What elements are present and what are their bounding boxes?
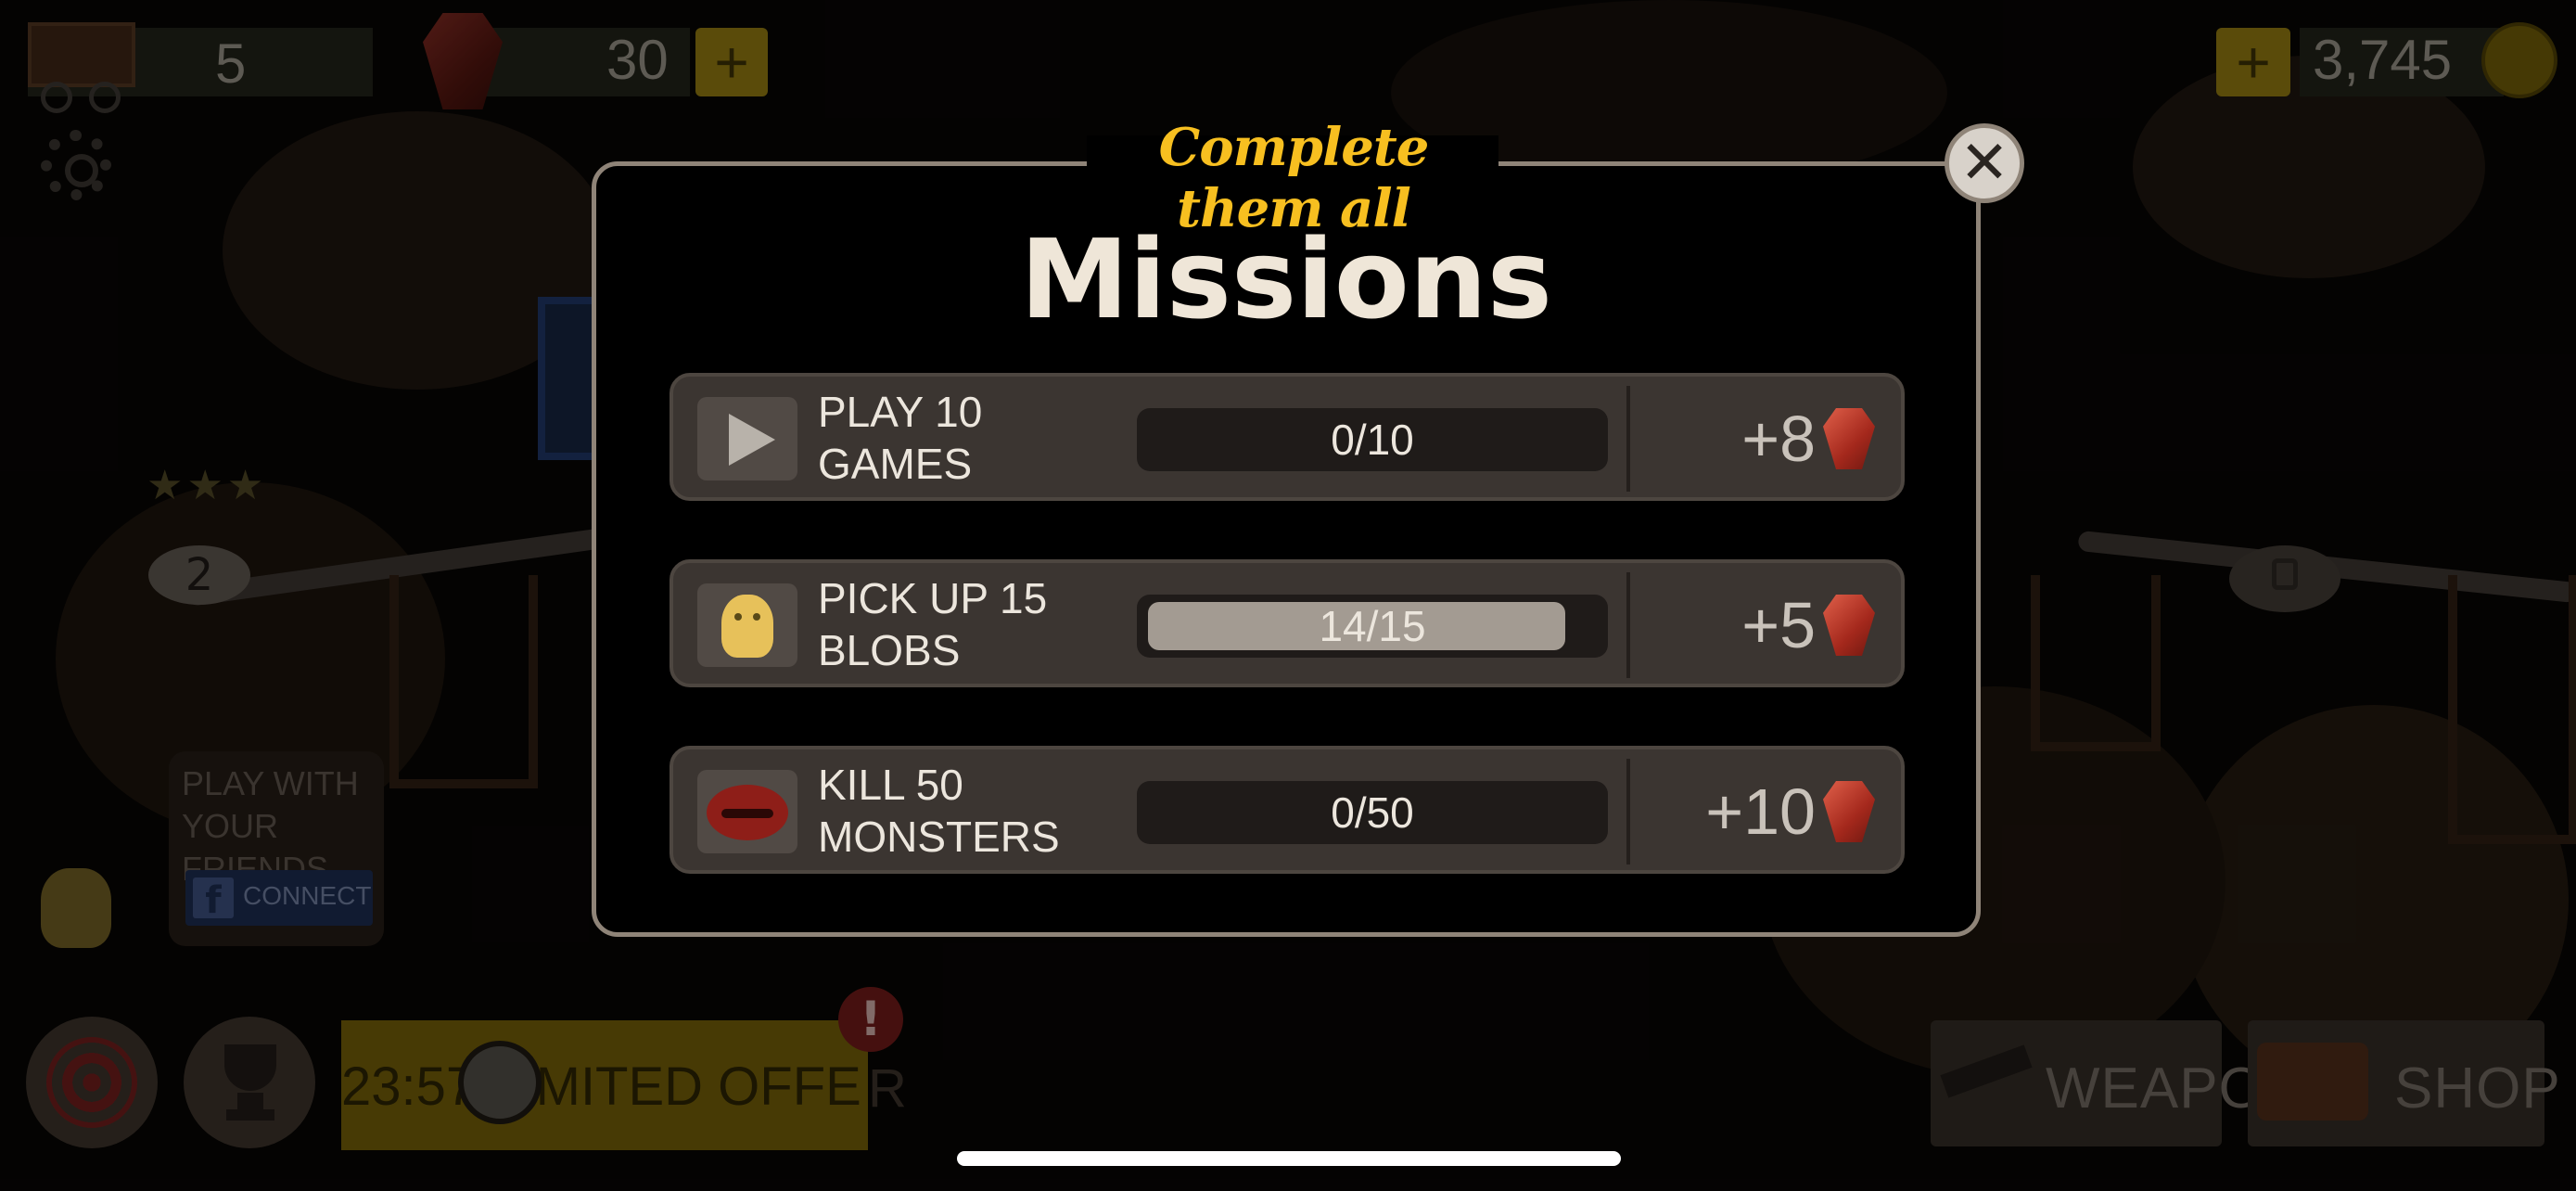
mission-progress-bar: 14/15: [1137, 595, 1608, 658]
mission-progress-bar: 0/10: [1137, 408, 1608, 471]
progress-text: 14/15: [1319, 602, 1426, 650]
mission-reward: +10: [1705, 775, 1816, 848]
mission-reward: +8: [1741, 403, 1816, 475]
row-divider: [1626, 386, 1630, 492]
blob-icon: [721, 595, 773, 658]
mission-row: PICK UP 15 BLOBS 14/15 +5: [670, 559, 1905, 687]
mission-label: PICK UP 15 BLOBS: [818, 574, 1048, 674]
home-indicator: [957, 1151, 1621, 1166]
monster-icon: [707, 785, 788, 840]
mission-row: KILL 50 MONSTERS 0/50 +10: [670, 746, 1905, 874]
row-divider: [1626, 572, 1630, 678]
progress-text: 0/10: [1331, 416, 1414, 464]
gem-icon: [1823, 595, 1875, 656]
mission-reward: +5: [1741, 589, 1816, 661]
mission-progress-bar: 0/50: [1137, 781, 1608, 844]
missions-title: Missions: [1019, 215, 1553, 343]
mission-row: PLAY 10 GAMES 0/10 +8: [670, 373, 1905, 501]
mission-icon-box: [697, 397, 797, 480]
mission-label: KILL 50 MONSTERS: [818, 761, 1060, 861]
gem-icon: [1823, 408, 1875, 469]
close-icon: ✕: [1959, 129, 2009, 198]
mission-icon-box: [697, 583, 797, 667]
close-button[interactable]: ✕: [1945, 123, 2024, 203]
play-icon: [729, 414, 775, 466]
mission-label: PLAY 10 GAMES: [818, 388, 983, 488]
mission-icon-box: [697, 770, 797, 853]
progress-text: 0/50: [1331, 788, 1414, 837]
gem-icon: [1823, 781, 1875, 842]
row-divider: [1626, 759, 1630, 864]
